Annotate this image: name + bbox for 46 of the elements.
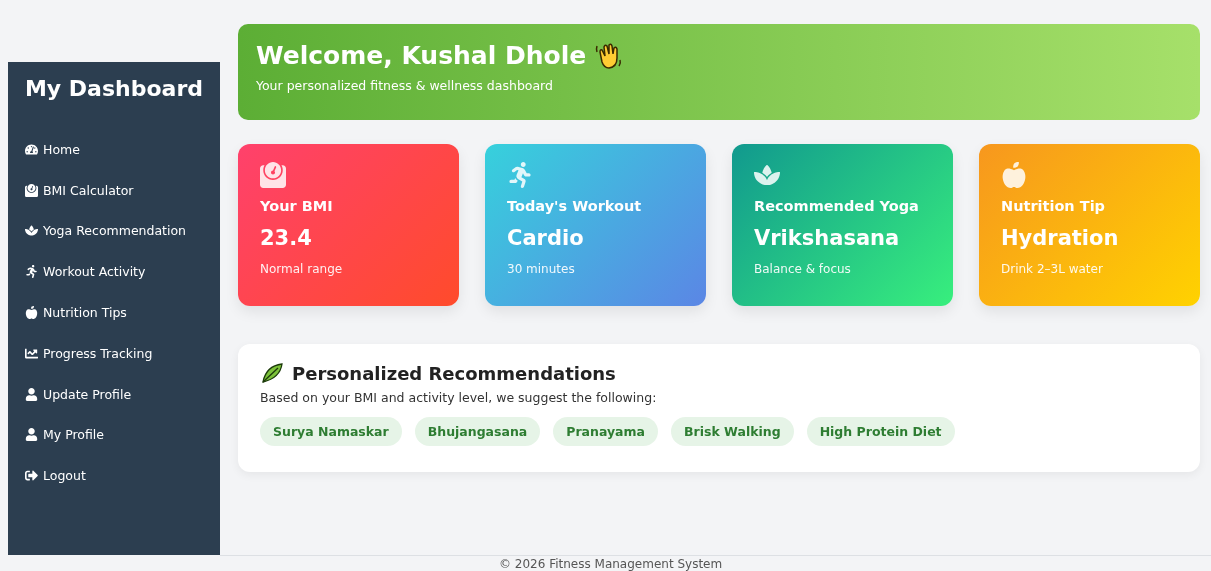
nav-link[interactable]: Workout Activity	[8, 251, 220, 293]
recommendations-text: Based on your BMI and activity level, we suggest the following:	[260, 390, 658, 405]
logout-icon	[25, 469, 38, 483]
user-icon	[25, 387, 38, 401]
lotus-icon	[25, 224, 38, 238]
recommendation-tag: Bhujangasana	[414, 417, 541, 446]
recommendations-title: Personalized Recommendations	[292, 362, 616, 384]
welcome-title: Welcome, Kushal Dhole	[256, 40, 587, 70]
runner-icon	[25, 265, 38, 279]
card-note: Drink 2–3L water	[1001, 262, 1104, 276]
card-title: Recommended Yoga	[754, 198, 920, 214]
recommendation-tag: Surya Namaskar	[260, 417, 402, 446]
gauge-icon	[25, 142, 38, 156]
recommendation-tag: High Protein Diet	[806, 417, 955, 446]
card-note: Balance & focus	[754, 262, 852, 276]
scale-icon	[260, 162, 286, 188]
runner-icon	[507, 162, 533, 188]
welcome-subtitle: Your personalized fitness & wellness dashboard	[256, 78, 554, 93]
card-value: Cardio	[507, 226, 585, 250]
card-value: 23.4	[260, 226, 313, 250]
nav-link[interactable]: Nutrition Tips	[8, 292, 220, 333]
nav-link[interactable]: Yoga Recommendation	[8, 210, 220, 252]
card-value: Vrikshasana	[754, 226, 901, 250]
nav-link[interactable]: BMI Calculator	[8, 169, 220, 211]
scale-icon	[25, 183, 38, 197]
nav-link[interactable]: Progress Tracking	[8, 333, 220, 374]
apple-icon	[25, 306, 38, 320]
nav-link[interactable]: Logout	[8, 455, 220, 497]
footer-text: © 2026 Fitness Management System	[499, 556, 723, 571]
card-note: Normal range	[260, 262, 344, 276]
nav-link[interactable]: My Profile	[8, 414, 220, 456]
lotus-icon	[754, 162, 780, 188]
nav-link[interactable]: Home	[8, 129, 220, 170]
card-title: Today's Workout	[507, 198, 643, 214]
sidebar-title: My Dashboard	[23, 76, 205, 101]
line-chart-icon	[25, 346, 38, 360]
card-value: Hydration	[1001, 226, 1120, 250]
card-title: Your BMI	[260, 198, 334, 214]
nav-link[interactable]: Update Profile	[8, 373, 220, 415]
leaf-icon	[260, 362, 284, 384]
card-note: 30 minutes	[507, 262, 576, 276]
card-title: Nutrition Tip	[1001, 198, 1106, 214]
recommendation-tag: Pranayama	[553, 417, 659, 446]
apple-icon	[1001, 162, 1027, 188]
user-icon	[25, 428, 38, 442]
recommendation-tag: Brisk Walking	[671, 417, 794, 446]
